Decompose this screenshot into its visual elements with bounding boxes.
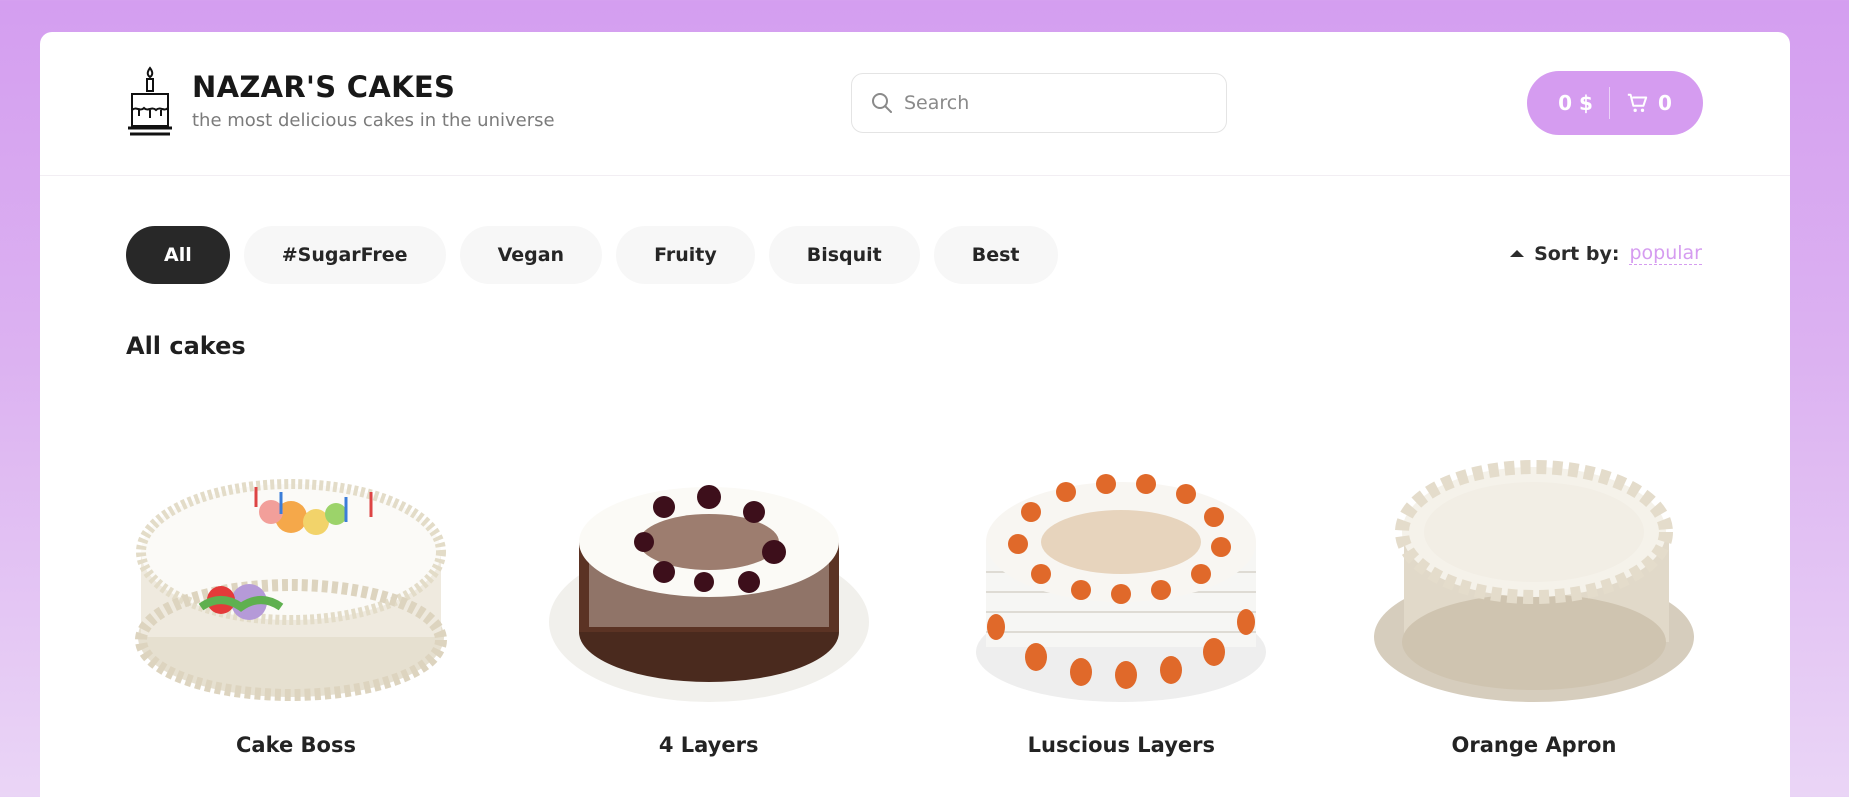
- header: NAZAR'S CAKES the most delicious cakes i…: [40, 32, 1790, 176]
- product-card[interactable]: 4 Layers: [539, 432, 879, 757]
- cart-total-price: 0 $: [1558, 91, 1593, 115]
- cart-item-count: 0: [1657, 91, 1672, 115]
- brand-title: NAZAR'S CAKES: [192, 70, 456, 104]
- product-name: Cake Boss: [236, 733, 356, 757]
- cart-divider: [1608, 87, 1610, 119]
- product-name: Luscious Layers: [1027, 733, 1215, 757]
- product-name: 4 Layers: [658, 733, 759, 757]
- product-grid: Cake Boss 4 Layers Luscious Layers Orang…: [126, 432, 1704, 757]
- cake-image: [1373, 460, 1694, 702]
- search-box[interactable]: [851, 73, 1227, 133]
- cake-logo-icon: [128, 66, 172, 136]
- category-chip-vegan[interactable]: Vegan: [459, 226, 603, 284]
- cake-image: [135, 479, 447, 701]
- category-chip-bisquit[interactable]: Bisquit: [768, 226, 920, 284]
- search-input[interactable]: [904, 92, 1204, 114]
- cake-image: [548, 485, 869, 702]
- section-title: All cakes: [126, 332, 246, 360]
- sort-arrow-icon[interactable]: [1510, 250, 1525, 257]
- category-chip-fruity[interactable]: Fruity: [616, 226, 755, 284]
- cart-button[interactable]: 0 $ 0: [1527, 71, 1703, 135]
- category-chip-sugarfree[interactable]: #SugarFree: [243, 226, 446, 284]
- category-chip-all[interactable]: All: [126, 226, 230, 284]
- category-filters: All #SugarFree Vegan Fruity Bisquit Best: [126, 226, 1072, 284]
- product-name: Orange Apron: [1451, 733, 1617, 757]
- sort-value[interactable]: popular: [1629, 242, 1702, 265]
- product-card[interactable]: Luscious Layers: [951, 432, 1291, 757]
- product-card[interactable]: Cake Boss: [126, 432, 466, 757]
- sort-label: Sort by:: [1534, 242, 1620, 265]
- brand-logo[interactable]: NAZAR'S CAKES the most delicious cakes i…: [126, 66, 555, 138]
- cart-icon: [1627, 93, 1648, 112]
- brand-subtitle: the most delicious cakes in the universe: [192, 110, 555, 131]
- category-chip-best[interactable]: Best: [933, 226, 1058, 284]
- cake-image: [976, 474, 1267, 702]
- sort-control[interactable]: Sort by: popular: [1510, 242, 1702, 265]
- search-icon: [872, 93, 892, 113]
- product-card[interactable]: Orange Apron: [1364, 432, 1704, 757]
- page-container: NAZAR'S CAKES the most delicious cakes i…: [40, 32, 1790, 797]
